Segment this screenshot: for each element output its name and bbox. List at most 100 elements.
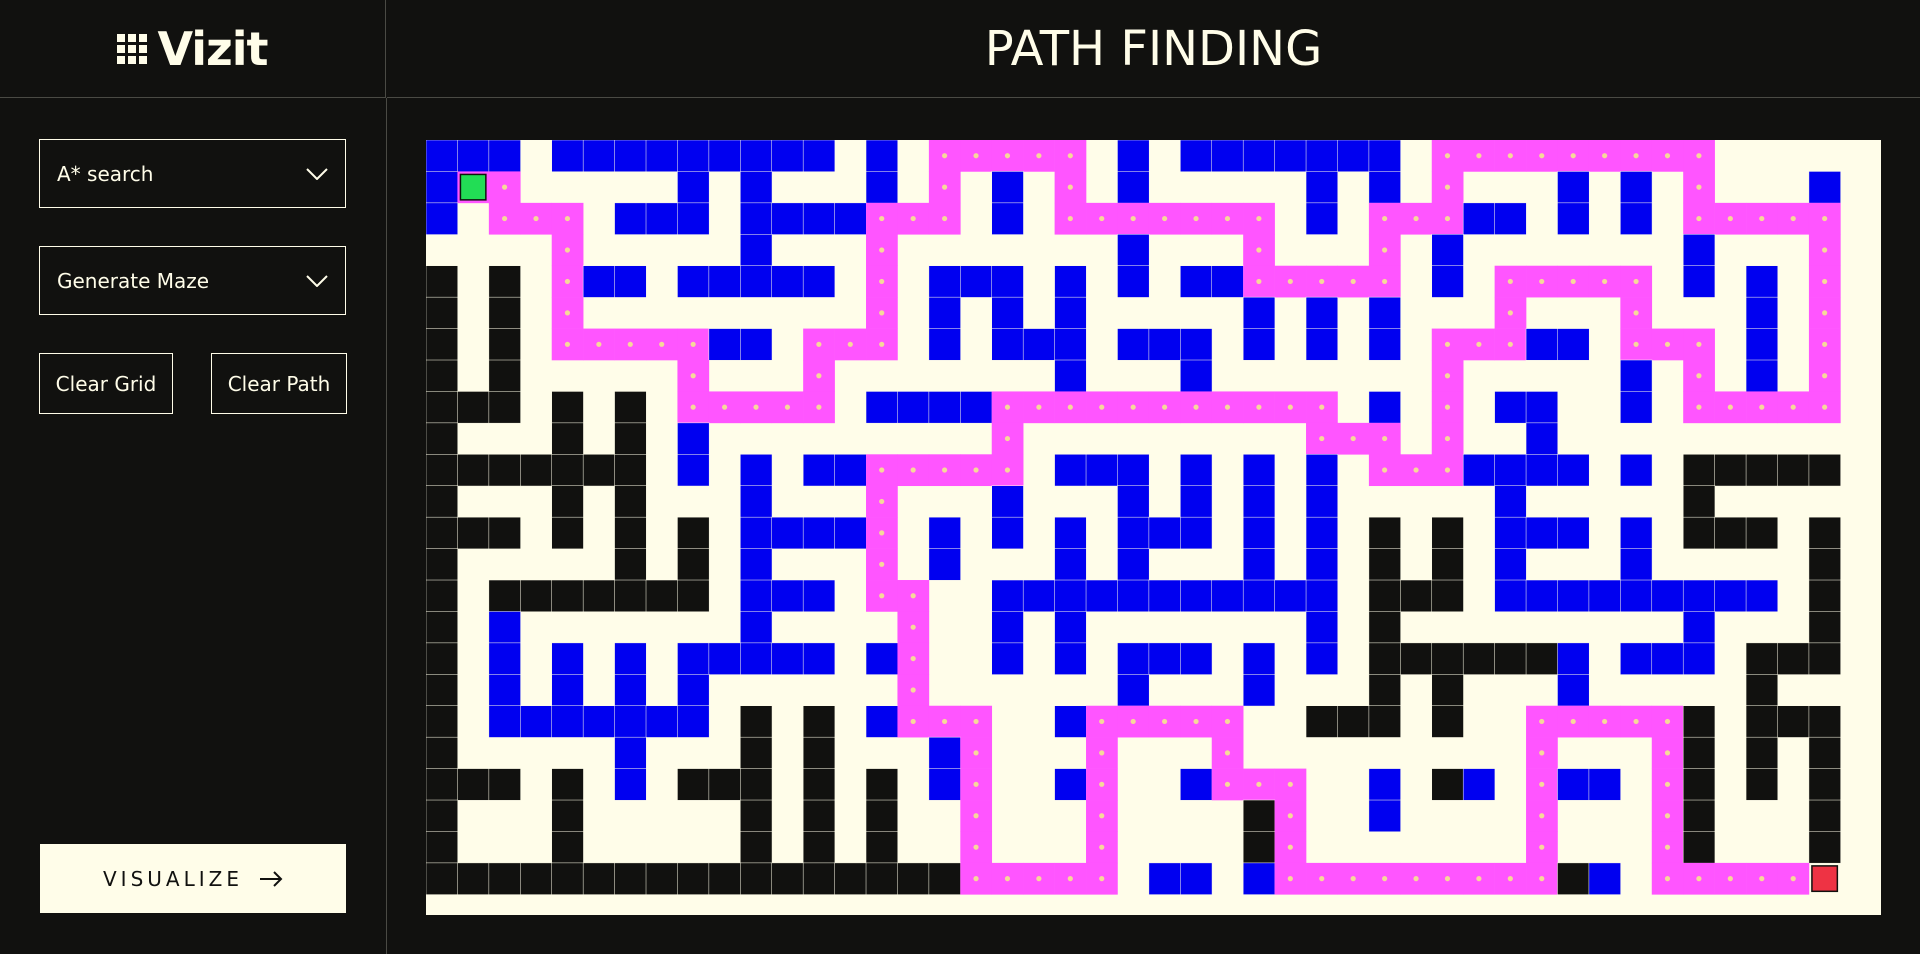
wall-cell[interactable] [740,768,773,801]
explored-wall-cell[interactable] [1305,516,1339,550]
explored-wall-cell[interactable] [582,140,616,172]
explored-wall-cell[interactable] [1745,296,1779,330]
wall-cell[interactable] [488,516,521,550]
wall-cell[interactable] [1242,799,1276,833]
explored-wall-cell[interactable] [551,642,584,675]
explored-wall-cell[interactable] [928,265,961,298]
wall-cell[interactable] [1808,736,1841,770]
wall-cell[interactable] [1682,736,1716,770]
wall-cell[interactable] [1808,831,1841,864]
explored-wall-cell[interactable] [771,202,804,235]
wall-cell[interactable] [802,799,836,833]
explored-wall-cell[interactable] [1714,579,1747,612]
explored-wall-cell[interactable] [991,611,1024,644]
explored-wall-cell[interactable] [771,579,804,612]
explored-wall-cell[interactable] [614,674,647,707]
explored-wall-cell[interactable] [1117,579,1150,612]
wall-cell[interactable] [802,705,836,738]
wall-cell[interactable] [802,831,836,864]
explored-wall-cell[interactable] [1651,579,1684,612]
explored-wall-cell[interactable] [865,140,898,172]
explored-wall-cell[interactable] [1557,579,1590,612]
wall-cell[interactable] [457,516,490,550]
explored-wall-cell[interactable] [1462,454,1496,487]
explored-wall-cell[interactable] [928,768,961,801]
wall-cell[interactable] [614,485,647,518]
explored-wall-cell[interactable] [1525,516,1559,550]
explored-wall-cell[interactable] [928,736,961,770]
wall-cell[interactable] [1808,579,1841,612]
explored-wall-cell[interactable] [1117,485,1150,518]
explored-wall-cell[interactable] [1180,642,1213,675]
wall-cell[interactable] [426,296,458,330]
wall-cell[interactable] [645,579,678,612]
wall-cell[interactable] [614,422,647,455]
explored-wall-cell[interactable] [614,736,647,770]
explored-wall-cell[interactable] [1117,265,1150,298]
explored-wall-cell[interactable] [1242,328,1276,361]
start-node[interactable] [459,173,487,201]
explored-wall-cell[interactable] [1808,171,1841,204]
wall-cell[interactable] [1808,611,1841,644]
explored-wall-cell[interactable] [677,705,710,738]
explored-wall-cell[interactable] [1180,579,1213,612]
explored-wall-cell[interactable] [1745,265,1779,298]
explored-wall-cell[interactable] [1620,548,1653,581]
explored-wall-cell[interactable] [1242,516,1276,550]
wall-cell[interactable] [740,799,773,833]
wall-cell[interactable] [1808,799,1841,833]
explored-wall-cell[interactable] [834,454,867,487]
explored-wall-cell[interactable] [960,265,993,298]
wall-cell[interactable] [1431,579,1464,612]
explored-wall-cell[interactable] [1211,579,1244,612]
explored-wall-cell[interactable] [1274,579,1307,612]
wall-cell[interactable] [802,768,836,801]
explored-wall-cell[interactable] [488,140,521,172]
explored-wall-cell[interactable] [1525,328,1559,361]
wall-cell[interactable] [426,359,458,392]
explored-wall-cell[interactable] [1557,454,1590,487]
explored-wall-cell[interactable] [1117,548,1150,581]
explored-wall-cell[interactable] [1620,391,1653,424]
explored-wall-cell[interactable] [551,705,584,738]
explored-wall-cell[interactable] [1117,140,1150,172]
explored-wall-cell[interactable] [614,642,647,675]
explored-wall-cell[interactable] [614,140,647,172]
explored-wall-cell[interactable] [740,548,773,581]
explored-wall-cell[interactable] [1242,862,1276,895]
wall-cell[interactable] [426,454,458,487]
explored-wall-cell[interactable] [1557,516,1590,550]
wall-cell[interactable] [520,579,553,612]
explored-wall-cell[interactable] [802,579,836,612]
wall-cell[interactable] [1242,831,1276,864]
explored-wall-cell[interactable] [1620,579,1653,612]
wall-cell[interactable] [1808,705,1841,738]
explored-wall-cell[interactable] [1368,328,1401,361]
wall-cell[interactable] [1745,768,1779,801]
wall-cell[interactable] [614,862,647,895]
explored-wall-cell[interactable] [834,202,867,235]
explored-wall-cell[interactable] [1525,579,1559,612]
wall-cell[interactable] [771,862,804,895]
wall-cell[interactable] [426,485,458,518]
explored-wall-cell[interactable] [1462,202,1496,235]
wall-cell[interactable] [1777,705,1810,738]
explored-wall-cell[interactable] [1682,642,1716,675]
explored-wall-cell[interactable] [1117,674,1150,707]
explored-wall-cell[interactable] [1305,579,1339,612]
wall-cell[interactable] [551,422,584,455]
wall-cell[interactable] [457,768,490,801]
wall-cell[interactable] [802,736,836,770]
wall-cell[interactable] [488,296,521,330]
explored-wall-cell[interactable] [1682,579,1716,612]
explored-wall-cell[interactable] [1305,140,1339,172]
explored-wall-cell[interactable] [551,674,584,707]
explored-wall-cell[interactable] [1054,296,1087,330]
explored-wall-cell[interactable] [488,674,521,707]
explored-wall-cell[interactable] [1305,642,1339,675]
wall-cell[interactable] [1337,705,1370,738]
explored-wall-cell[interactable] [865,171,898,204]
explored-wall-cell[interactable] [1117,516,1150,550]
wall-cell[interactable] [708,768,741,801]
explored-wall-cell[interactable] [1054,454,1087,487]
